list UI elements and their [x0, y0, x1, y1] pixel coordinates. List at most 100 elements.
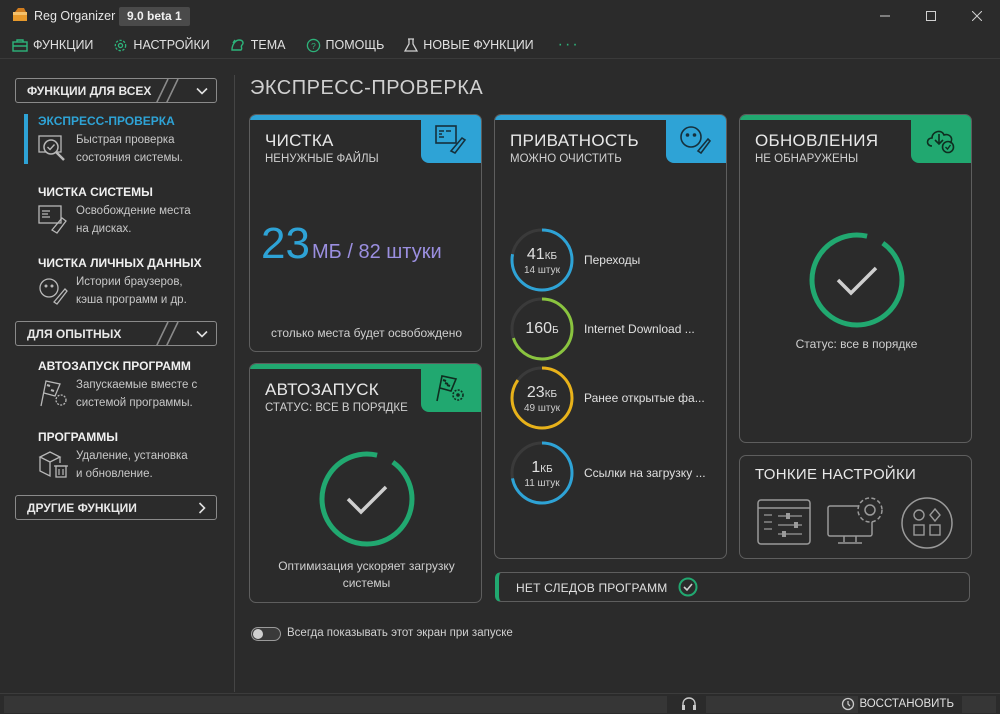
card-icon-tab	[911, 115, 971, 163]
card-icon-tab	[421, 115, 481, 163]
menu-settings[interactable]: НАСТРОЙКИ	[113, 38, 210, 53]
close-button[interactable]	[954, 0, 1000, 32]
status-cell	[706, 696, 858, 713]
monitor-gear-icon[interactable]	[826, 494, 888, 548]
sidebar-item-desc: Удаление, установка и обновление.	[76, 450, 188, 480]
flask-icon	[404, 37, 419, 52]
status-ok-ring	[809, 232, 905, 328]
status-cell	[4, 696, 667, 713]
toggle-knob	[253, 629, 263, 639]
sidebar-item-title: АВТОЗАПУСК ПРОГРАММ	[38, 359, 191, 373]
app-logo-icon	[13, 8, 27, 21]
minimize-icon	[880, 15, 890, 17]
tweaks-card[interactable]: ТОНКИЕ НАСТРОЙКИ	[739, 455, 972, 559]
privacy-size: 1КБ	[531, 459, 553, 476]
sidebar-item-desc: Быстрая проверка состояния системы.	[76, 134, 183, 164]
no-traces-banner[interactable]: НЕТ СЛЕДОВ ПРОГРАММ	[495, 572, 970, 602]
junk-size-value: 23	[261, 219, 310, 268]
privacy-broom-icon	[39, 278, 68, 305]
menu-help[interactable]: ? ПОМОЩЬ	[306, 38, 385, 53]
maximize-button[interactable]	[908, 0, 954, 32]
chevron-down-icon	[196, 330, 208, 338]
sidebar-item-programs[interactable]: ПРОГРАММЫ Удаление, установка и обновлени…	[38, 430, 228, 480]
more-menu-button[interactable]: ···	[558, 36, 580, 54]
privacy-row[interactable]: 1КБ 11 штук Ссылки на загрузку ...	[509, 440, 724, 512]
sidebar-item-desc: Истории браузеров, кэша программ и др.	[76, 276, 187, 306]
autorun-flag-icon	[436, 375, 464, 402]
section-for-all-dropdown[interactable]: ФУНКЦИИ ДЛЯ ВСЕХ	[15, 78, 217, 103]
section-advanced-label: ДЛЯ ОПЫТНЫХ	[27, 327, 122, 341]
active-item-indicator	[24, 114, 28, 164]
privacy-label: Ссылки на загрузку ...	[584, 466, 706, 480]
sidebar-item-system-cleaning[interactable]: ЧИСТКА СИСТЕМЫ Освобождение места на диск…	[38, 185, 228, 235]
cleaning-footer: столько места будет освобождено	[270, 326, 463, 340]
sidebar-item-title: ЧИСТКА ЛИЧНЫХ ДАННЫХ	[38, 256, 202, 270]
restore-label: ВОССТАНОВИТЬ	[859, 698, 954, 710]
menu-theme-label: ТЕМА	[250, 38, 286, 52]
privacy-label: Internet Download ...	[584, 322, 695, 336]
section-other-dropdown[interactable]: ДРУГИЕ ФУНКЦИИ	[15, 495, 217, 520]
card-title: ТОНКИЕ НАСТРОЙКИ	[755, 466, 917, 483]
privacy-row[interactable]: 23КБ 49 штук Ранее открытые фа...	[509, 365, 724, 437]
sidebar-divider	[234, 75, 235, 692]
card-subtitle: НЕ ОБНАРУЖЕНЫ	[755, 153, 859, 165]
app-title: Reg Organizer	[34, 9, 116, 23]
version-badge: 9.0 beta 1	[119, 7, 190, 26]
menu-help-label: ПОМОЩЬ	[325, 38, 385, 52]
card-title: ЧИСТКА	[265, 131, 334, 150]
menu-new-features[interactable]: НОВЫЕ ФУНКЦИИ	[404, 37, 534, 53]
sidebar-item-autorun[interactable]: АВТОЗАПУСК ПРОГРАММ Запускаемые вместе с…	[38, 359, 228, 409]
privacy-label: Ранее открытые фа...	[584, 391, 705, 405]
autorun-card[interactable]: АВТОЗАПУСК СТАТУС: ВСЕ В ПОРЯДКЕ Оптимиз…	[249, 363, 482, 603]
privacy-row[interactable]: 41КБ 14 штук Переходы	[509, 227, 724, 299]
disk-cleanup-icon	[38, 205, 67, 234]
section-advanced-dropdown[interactable]: ДЛЯ ОПЫТНЫХ	[15, 321, 217, 346]
cloud-download-icon	[926, 130, 955, 154]
privacy-broom-icon	[680, 126, 712, 154]
stripes-decoration	[156, 79, 179, 102]
toolbox-icon	[12, 39, 28, 52]
help-icon: ?	[306, 38, 320, 52]
headset-icon[interactable]	[681, 697, 697, 712]
apps-grid-icon[interactable]	[900, 496, 954, 550]
magnifier-check-icon	[38, 135, 65, 161]
menu-theme[interactable]: ТЕМА	[230, 38, 286, 52]
updates-card[interactable]: ОБНОВЛЕНИЯ НЕ ОБНАРУЖЕНЫ Статус: все в п…	[739, 114, 972, 443]
status-cell	[962, 696, 996, 713]
sidebar-item-title: ПРОГРАММЫ	[38, 430, 118, 444]
title-bar: Reg Organizer 9.0 beta 1	[0, 0, 1000, 32]
card-title: АВТОЗАПУСК	[265, 380, 379, 399]
privacy-size: 41КБ	[526, 246, 558, 263]
always-show-toggle[interactable]	[251, 627, 281, 641]
check-circle-icon	[678, 577, 698, 597]
sliders-panel-icon[interactable]	[756, 498, 812, 546]
privacy-label: Переходы	[584, 253, 641, 267]
status-bar: ВОССТАНОВИТЬ	[0, 693, 1000, 714]
maximize-icon	[926, 11, 936, 21]
palette-icon	[231, 39, 244, 51]
menu-functions[interactable]: ФУНКЦИИ	[12, 38, 93, 52]
autorun-footer: Оптимизация ускоряет загрузку системы	[278, 559, 455, 590]
privacy-row[interactable]: 160Б Internet Download ...	[509, 296, 724, 368]
sidebar-item-title: ЭКСПРЕСС-ПРОВЕРКА	[38, 114, 175, 128]
sidebar-item-desc: Запускаемые вместе с системой программы.	[76, 379, 198, 409]
page-title: ЭКСПРЕСС-ПРОВЕРКА	[250, 77, 484, 99]
restore-button[interactable]: ВОССТАНОВИТЬ	[841, 697, 954, 711]
card-icon-tab	[666, 115, 726, 163]
cleaning-card[interactable]: ЧИСТКА НЕНУЖНЫЕ ФАЙЛЫ 23 МБ / 82 штуки с…	[249, 114, 482, 352]
updates-status: Статус: все в порядке	[795, 337, 918, 351]
menu-new-features-label: НОВЫЕ ФУНКЦИИ	[423, 38, 534, 52]
sidebar-item-personal-data[interactable]: ЧИСТКА ЛИЧНЫХ ДАННЫХ Истории браузеров, к…	[38, 256, 228, 306]
card-title: ПРИВАТНОСТЬ	[510, 131, 639, 150]
privacy-size: 23КБ	[526, 384, 558, 401]
minimize-button[interactable]	[862, 0, 908, 32]
cleanup-icon	[435, 125, 467, 154]
privacy-card[interactable]: ПРИВАТНОСТЬ МОЖНО ОЧИСТИТЬ 41КБ 14 штук …	[494, 114, 727, 559]
menu-functions-label: ФУНКЦИИ	[33, 38, 94, 52]
sidebar-item-express-check[interactable]: ЭКСПРЕСС-ПРОВЕРКА Быстрая проверка состоя…	[38, 114, 228, 164]
chevron-down-icon	[196, 87, 208, 95]
autorun-flag-icon	[40, 380, 67, 407]
status-ok-ring	[319, 451, 415, 547]
restore-icon	[842, 697, 855, 711]
always-show-label: Всегда показывать этот экран при запуске	[287, 627, 513, 639]
